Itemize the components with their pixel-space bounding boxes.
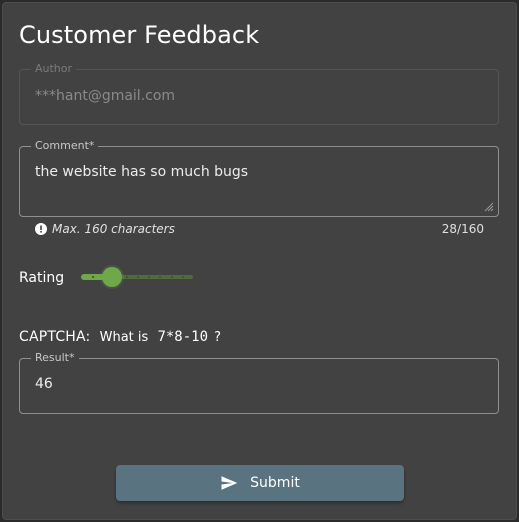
rating-slider[interactable] [81, 266, 193, 288]
character-counter: 28/160 [441, 222, 484, 236]
submit-button[interactable]: Submit [116, 465, 404, 501]
comment-hint: Max. 160 characters [52, 222, 175, 236]
slider-tick [92, 276, 94, 278]
info-circle-icon [35, 223, 47, 235]
author-label: Author [31, 62, 77, 76]
comment-value[interactable]: the website has so much bugs [35, 164, 248, 180]
slider-tick [182, 276, 184, 278]
slider-tick [126, 276, 128, 278]
result-field[interactable]: Result* 46 [19, 351, 499, 414]
comment-label: Comment* [31, 139, 99, 153]
author-field: Author ***hant@gmail.com [19, 62, 499, 125]
captcha-row: CAPTCHA: What is 7*8-10 ? [19, 329, 221, 345]
captcha-question-suffix: ? [214, 330, 222, 345]
form-title: Customer Feedback [19, 21, 260, 49]
slider-tick [137, 276, 139, 278]
send-icon [221, 476, 238, 490]
result-value[interactable]: 46 [35, 376, 53, 392]
comment-hint-row: Max. 160 characters 28/160 [35, 221, 484, 237]
author-value: ***hant@gmail.com [35, 88, 176, 104]
slider-tick [148, 276, 150, 278]
captcha-question-prefix: What is [99, 330, 149, 345]
feedback-card: Customer Feedback Author ***hant@gmail.c… [2, 2, 517, 520]
submit-label: Submit [250, 475, 300, 491]
resize-handle-icon[interactable] [484, 202, 494, 212]
rating-label: Rating [19, 270, 65, 286]
comment-field[interactable]: Comment* the website has so much bugs [19, 139, 499, 217]
slider-thumb[interactable] [102, 267, 122, 287]
result-label: Result* [31, 351, 79, 365]
captcha-expression: 7*8-10 [157, 329, 209, 345]
captcha-label: CAPTCHA: [19, 329, 91, 345]
slider-tick [159, 276, 161, 278]
slider-tick [171, 276, 173, 278]
